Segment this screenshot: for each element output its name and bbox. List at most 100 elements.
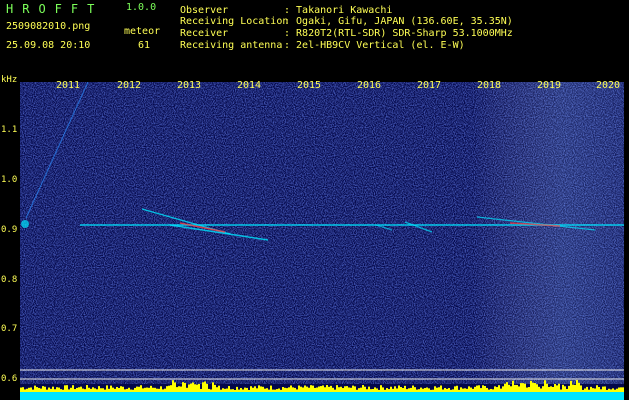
- noise-bar: [454, 386, 456, 392]
- noise-bar: [214, 384, 216, 392]
- noise-bar: [34, 385, 36, 392]
- noise-bar: [52, 386, 54, 392]
- noise-bar: [298, 385, 300, 392]
- noise-bar: [120, 386, 122, 392]
- noise-bar: [30, 387, 32, 392]
- noise-bar: [268, 389, 270, 392]
- noise-bar: [614, 389, 616, 392]
- noise-bar: [288, 387, 290, 392]
- noise-bar: [222, 388, 224, 392]
- noise-bar: [252, 387, 254, 392]
- noise-bar: [606, 389, 608, 392]
- noise-bar: [284, 387, 286, 392]
- noise-bar: [224, 388, 226, 392]
- noise-bar: [172, 380, 174, 392]
- noise-bar: [580, 385, 582, 392]
- noise-bar: [44, 386, 46, 392]
- noise-bar: [566, 388, 568, 392]
- info-observer-value: : Takanori Kawachi: [284, 5, 393, 16]
- noise-bar: [620, 387, 622, 392]
- noise-bar: [48, 387, 50, 392]
- noise-bar: [350, 387, 352, 392]
- noise-bar: [182, 382, 184, 392]
- noise-bar: [596, 385, 598, 392]
- noise-bar: [176, 387, 178, 392]
- noise-bar: [264, 388, 266, 392]
- noise-bar: [128, 387, 130, 392]
- noise-bar: [272, 389, 274, 392]
- noise-bar: [212, 382, 214, 392]
- noise-bar: [92, 387, 94, 392]
- noise-bar: [484, 385, 486, 392]
- noise-bar: [282, 386, 284, 392]
- noise-bar: [380, 385, 382, 392]
- noise-bar: [234, 389, 236, 392]
- noise-bar: [492, 389, 494, 392]
- header-filename: 2509082010.png: [6, 21, 91, 32]
- noise-bar: [138, 386, 140, 392]
- noise-bar: [278, 388, 280, 392]
- noise-bar: [346, 386, 348, 392]
- noise-bar: [286, 388, 288, 392]
- noise-bar: [28, 387, 30, 392]
- info-antenna-label: Receiving antenna: [180, 40, 283, 51]
- noise-bar: [410, 387, 412, 392]
- noise-bar: [536, 384, 538, 392]
- noise-bar: [404, 385, 406, 392]
- noise-bar: [116, 386, 118, 392]
- noise-bar: [192, 382, 194, 392]
- noise-bar: [490, 388, 492, 392]
- noise-bar: [190, 383, 192, 392]
- noise-bar: [378, 389, 380, 392]
- noise-bar: [400, 387, 402, 392]
- noise-bar: [216, 387, 218, 392]
- noise-bar: [236, 386, 238, 392]
- noise-bar: [308, 387, 310, 392]
- noise-bar: [70, 387, 72, 392]
- noise-strip-base: [20, 392, 624, 400]
- noise-bar: [152, 387, 154, 392]
- noise-bar: [440, 385, 442, 392]
- noise-bar: [478, 385, 480, 392]
- noise-bar: [206, 383, 208, 392]
- noise-bar: [324, 387, 326, 392]
- noise-bar: [500, 388, 502, 392]
- noise-bar: [584, 388, 586, 392]
- x-tick-label: 2012: [117, 80, 142, 91]
- noise-bar: [74, 389, 76, 392]
- noise-bar: [244, 387, 246, 392]
- noise-bar: [254, 386, 256, 392]
- noise-bar: [348, 387, 350, 392]
- noise-bar: [372, 388, 374, 392]
- noise-bar: [54, 389, 56, 392]
- noise-bar: [356, 389, 358, 392]
- noise-bar: [332, 387, 334, 392]
- noise-bar: [126, 388, 128, 392]
- noise-bar: [118, 387, 120, 392]
- noise-bar: [552, 386, 554, 392]
- noise-bar: [46, 389, 48, 392]
- noise-bar: [94, 388, 96, 392]
- noise-bar: [112, 387, 114, 392]
- noise-bar: [374, 387, 376, 392]
- noise-bar: [166, 386, 168, 392]
- header-version: 1.0.0: [126, 2, 157, 13]
- noise-bar: [242, 389, 244, 392]
- noise-bar: [246, 387, 248, 392]
- noise-bar: [312, 385, 314, 392]
- noise-bar: [316, 387, 318, 392]
- noise-bar: [558, 383, 560, 392]
- noise-bar: [512, 380, 514, 392]
- spectrogram-canvas: [20, 82, 624, 400]
- noise-bar: [442, 389, 444, 392]
- noise-bar: [422, 388, 424, 392]
- noise-bar: [200, 388, 202, 392]
- noise-bar: [280, 389, 282, 392]
- info-antenna-value: : 2el-HB9CV Vertical (el. E-W): [284, 40, 465, 51]
- noise-bar: [64, 385, 66, 392]
- noise-bar: [108, 388, 110, 392]
- noise-bar: [622, 387, 624, 392]
- noise-bar: [562, 384, 564, 392]
- noise-bar: [610, 389, 612, 392]
- noise-bar: [314, 387, 316, 392]
